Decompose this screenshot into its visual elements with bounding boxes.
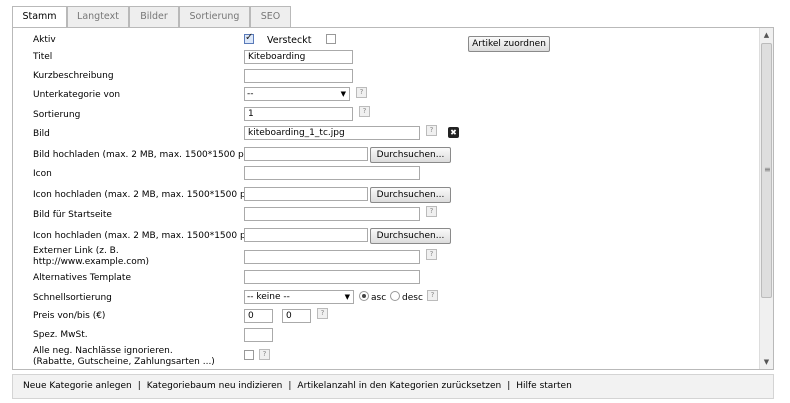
sortierung-input[interactable]: 1: [244, 107, 353, 121]
bild-startseite-label: Bild für Startseite: [33, 210, 112, 220]
footer-separator: |: [137, 381, 141, 391]
schnellsortierung-label: Schnellsortierung: [33, 293, 112, 303]
icon-browse-button[interactable]: Durchsuchen...: [370, 187, 451, 203]
preis-to-input[interactable]: 0: [282, 309, 311, 323]
sort-asc-radio[interactable]: [359, 291, 369, 301]
tab-sortierung[interactable]: Sortierung: [179, 6, 250, 28]
footer-separator: |: [507, 381, 511, 391]
aktiv-checkbox[interactable]: ✓: [244, 32, 254, 44]
versteckt-label: Versteckt: [267, 35, 312, 46]
sort-asc-label: asc: [371, 293, 387, 303]
help-icon[interactable]: ?: [426, 125, 437, 136]
help-icon[interactable]: ?: [356, 87, 367, 98]
kurzbeschreibung-label: Kurzbeschreibung: [33, 71, 114, 81]
help-icon[interactable]: ?: [259, 349, 270, 360]
bild-upload-path[interactable]: [244, 147, 368, 161]
nachlaesse-label-line1: Alle neg. Nachlässe ignorieren.: [33, 346, 173, 356]
scroll-down-arrow-icon[interactable]: ▼: [760, 355, 773, 369]
help-icon[interactable]: ?: [317, 308, 328, 319]
externer-link-input[interactable]: [244, 250, 420, 264]
icon-input[interactable]: [244, 166, 420, 180]
delete-image-icon[interactable]: ✖: [448, 127, 459, 138]
help-icon[interactable]: ?: [359, 106, 370, 117]
icon-upload-path[interactable]: [244, 187, 368, 201]
sort-desc-label: desc: [402, 293, 423, 303]
bild-label: Bild: [33, 129, 50, 139]
nachlaesse-checkbox[interactable]: [244, 350, 254, 360]
artikel-zuordnen-button[interactable]: Artikel zuordnen: [468, 36, 550, 52]
vertical-scrollbar[interactable]: ▲ ≡ ▼: [759, 28, 773, 369]
icon-upload2-label: Icon hochladen (max. 2 MB, max. 1500*150…: [33, 231, 255, 241]
alt-template-input[interactable]: [244, 270, 420, 284]
preis-from-input[interactable]: 0: [244, 309, 273, 323]
sortierung-label: Sortierung: [33, 110, 81, 120]
icon2-browse-button[interactable]: Durchsuchen...: [370, 228, 451, 244]
footer-bar: Neue Kategorie anlegen | Kategoriebaum neu…: [12, 374, 774, 399]
form-panel: Aktiv ✓ Versteckt Artikel zuordnen Titel…: [12, 27, 774, 370]
scroll-grip-icon: ≡: [764, 165, 771, 174]
icon-upload2-path[interactable]: [244, 228, 368, 242]
sort-desc-radio[interactable]: [390, 291, 400, 301]
schnellsortierung-select[interactable]: -- keine -- ▼: [244, 290, 354, 304]
bild-input[interactable]: kiteboarding_1_tc.jpg: [244, 126, 420, 140]
start-help-link[interactable]: Hilfe starten: [516, 381, 572, 391]
bild-startseite-input[interactable]: [244, 207, 420, 221]
externer-link-label-line1: Externer Link (z. B.: [33, 246, 119, 256]
titel-input[interactable]: Kiteboarding: [244, 50, 353, 64]
bild-browse-button[interactable]: Durchsuchen...: [370, 147, 451, 163]
kurzbeschreibung-input[interactable]: [244, 69, 353, 83]
dropdown-arrow-icon: ▼: [344, 293, 350, 301]
new-category-link[interactable]: Neue Kategorie anlegen: [23, 381, 132, 391]
icon-upload-label: Icon hochladen (max. 2 MB, max. 1500*150…: [33, 190, 255, 200]
reindex-tree-link[interactable]: Kategoriebaum neu indizieren: [147, 381, 283, 391]
titel-label: Titel: [33, 52, 53, 62]
help-icon[interactable]: ?: [426, 249, 437, 260]
help-icon[interactable]: ?: [427, 290, 438, 301]
footer-separator: |: [288, 381, 292, 391]
schnellsortierung-value: -- keine --: [247, 292, 290, 302]
bild-upload-label: Bild hochladen (max. 2 MB, max. 1500*150…: [33, 150, 253, 160]
unterkategorie-select[interactable]: -- ▼: [244, 87, 350, 101]
mwst-label: Spez. MwSt.: [33, 330, 88, 340]
mwst-input[interactable]: [244, 328, 273, 342]
aktiv-label: Aktiv: [33, 35, 56, 45]
unterkategorie-label: Unterkategorie von: [33, 90, 121, 100]
help-icon[interactable]: ?: [426, 206, 437, 217]
dropdown-arrow-icon: ▼: [340, 90, 346, 98]
versteckt-checkbox[interactable]: [326, 34, 336, 44]
tab-bilder[interactable]: Bilder: [129, 6, 179, 28]
reset-article-count-link[interactable]: Artikelanzahl in den Kategorien zurückse…: [297, 381, 501, 391]
tab-seo[interactable]: SEO: [250, 6, 291, 28]
tab-langtext[interactable]: Langtext: [67, 6, 129, 28]
alt-template-label: Alternatives Template: [33, 273, 131, 283]
unterkategorie-value: --: [247, 89, 254, 99]
icon-label: Icon: [33, 169, 52, 179]
scroll-up-arrow-icon[interactable]: ▲: [760, 28, 773, 42]
preis-label: Preis von/bis (€): [33, 311, 106, 321]
scroll-thumb[interactable]: ≡: [761, 43, 772, 298]
tab-stamm[interactable]: Stamm: [12, 6, 67, 29]
externer-link-label-line2: http://www.example.com): [33, 257, 150, 267]
nachlaesse-label-line2: (Rabatte, Gutscheine, Zahlungsarten ...): [33, 357, 215, 367]
